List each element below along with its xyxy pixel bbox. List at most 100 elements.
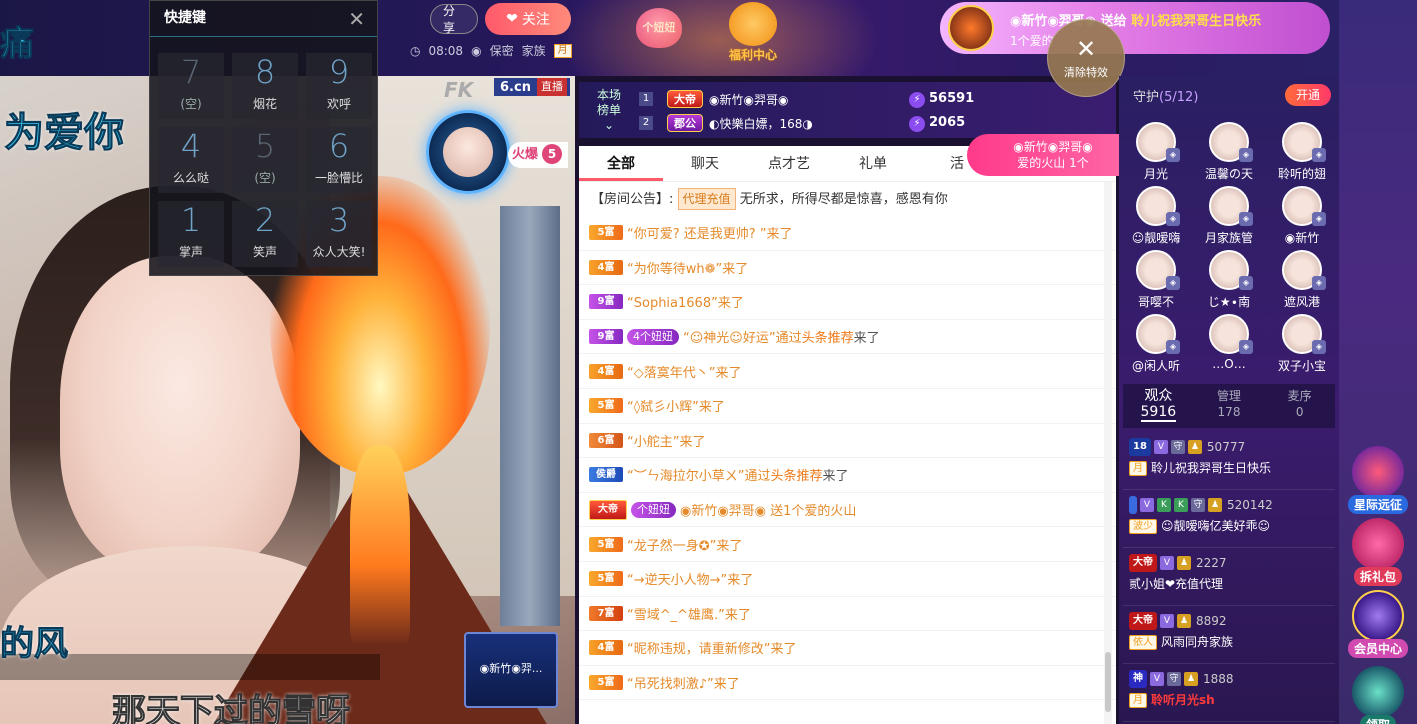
tab-mic-queue[interactable]: 麦序 0	[1264, 384, 1335, 428]
tab-admin[interactable]: 管理 178	[1194, 384, 1265, 428]
avatar: ◈	[1282, 250, 1326, 290]
shortcut-key-7[interactable]: 7 (空)	[158, 53, 224, 119]
chat-message: 5富 “吊死找刺激♪”来了	[579, 666, 1116, 701]
notice-tag[interactable]: 代理充值	[677, 188, 736, 210]
top-fan-badge[interactable]: ◉新竹◉羿...	[464, 632, 558, 708]
shortcut-key-6[interactable]: 6 一脸懵比	[306, 127, 372, 193]
star-expedition-button[interactable]: 星际远征	[1339, 446, 1417, 514]
avatar: ◈	[1136, 122, 1180, 162]
open-gift-button[interactable]: 拆礼包	[1339, 518, 1417, 586]
guard-item[interactable]: ◈ 月光	[1123, 122, 1189, 186]
audience-item[interactable]: 大帝 V ♟ 8892 依人 风雨同舟家族	[1123, 606, 1335, 664]
close-icon[interactable]: ✕	[348, 7, 365, 31]
chat-scrollbar[interactable]	[1104, 182, 1112, 724]
message-link[interactable]: 头条推荐	[770, 465, 822, 484]
open-guard-button[interactable]: 开通	[1285, 84, 1331, 106]
rank-row[interactable]: 2 郡公 ◐快樂白嫖，168◑ ⚡ 2065	[639, 112, 1109, 134]
shortcut-key-4[interactable]: 4 么么哒	[158, 127, 224, 193]
message-text[interactable]: “你可爱? 还是我更帅? ”来了	[627, 223, 793, 242]
shortcut-key-3[interactable]: 3 众人大笑!	[306, 201, 372, 267]
scroll-thumb[interactable]	[1105, 652, 1111, 712]
chat-message: 4富 “昵称违规，请重新修改”来了	[579, 631, 1116, 666]
vip-icon: V	[1160, 556, 1174, 570]
shortcut-key-2[interactable]: 2 笑声	[232, 201, 298, 267]
avatar: ◈	[1209, 122, 1253, 162]
tab-chat[interactable]: 聊天	[663, 146, 747, 181]
guard-item[interactable]: ◈ …O…	[1196, 314, 1262, 378]
message-text[interactable]: “︶ㄣ海拉尔小草ㄨ”通过	[627, 465, 770, 484]
chat-list[interactable]: 【房间公告】: 代理充值 无所求，所得尽都是惊喜，感恩有你 5富 “你可爱? 还是…	[579, 182, 1116, 724]
right-panel: 守护(5/12) 开通 ◈ 月光 ◈ 温馨の天 ◈ 聆听的翅 ◈ ☺靓嗳嗨 ◈ 月家族管 ◈ ◉新竹 ◈…	[1119, 76, 1339, 724]
guard-item[interactable]: ◈ 哥嘤不	[1123, 250, 1189, 314]
shield-icon: ◈	[1239, 212, 1253, 226]
message-text[interactable]: “雪域^_^雄鹰.”来了	[627, 604, 751, 623]
shortcut-key-9[interactable]: 9 欢呼	[306, 53, 372, 119]
level-badge: 5富	[589, 398, 623, 414]
claim-button[interactable]: 领取	[1339, 666, 1417, 724]
audience-item[interactable]: 18 V 守 ♟ 50777 月聆儿祝我羿哥生日快乐	[1123, 432, 1335, 490]
message-text[interactable]: ◉新竹◉羿哥◉ 送1个爱的火山	[680, 500, 856, 519]
avatar: ◈	[1209, 186, 1253, 226]
shortcut-label: 掌声	[178, 245, 203, 259]
tab-audience[interactable]: 观众 5916	[1123, 384, 1194, 428]
member-center-button[interactable]: 会员中心	[1339, 590, 1417, 658]
rank-label[interactable]: 本场 榜单 ⌄	[589, 88, 629, 133]
welfare-center-button[interactable]: 福利中心	[722, 2, 784, 66]
tab-gift-list[interactable]: 礼单	[831, 146, 915, 181]
guard-count: 5	[1164, 90, 1173, 105]
message-text[interactable]: “小舵主”来了	[627, 431, 705, 450]
audience-list[interactable]: 18 V 守 ♟ 50777 月聆儿祝我羿哥生日快乐 V K K 守 ♟ 520142 波少 ☺靓嗳嗨亿美…	[1123, 432, 1335, 724]
user-number: 50777	[1206, 440, 1246, 454]
message-text[interactable]: “吊死找刺激♪”来了	[627, 673, 740, 692]
shortcut-key-8[interactable]: 8 烟花	[232, 53, 298, 119]
chevron-down-icon: ⌄	[603, 118, 615, 132]
tab-label: 管理	[1217, 389, 1242, 403]
message-link[interactable]: 头条推荐	[802, 327, 854, 346]
audience-item[interactable]: 神 V 守 ♟ 1888 月聆听月光sh	[1123, 664, 1335, 722]
rank-value: 56591	[929, 90, 975, 106]
message-text[interactable]: “◇落寞年代丶”来了	[627, 362, 741, 381]
message-text[interactable]: “为你等待wh❁”来了	[627, 258, 748, 277]
family-text[interactable]: 家族	[522, 42, 546, 59]
guard-item[interactable]: ◈ ☺靓嗳嗨	[1123, 186, 1189, 250]
guard-item[interactable]: ◈ 遮风港	[1269, 250, 1335, 314]
chat-message: 7富 “雪域^_^雄鹰.”来了	[579, 597, 1116, 632]
fire-rank-badge[interactable]: 火爆 5	[508, 142, 568, 168]
guard-item[interactable]: ◈ 月家族管	[1196, 186, 1262, 250]
gift-banner: ◉新竹◉羿哥◉ 送给 聆儿祝我羿哥生日快乐 1个爱的	[940, 2, 1330, 54]
level-badge: 5富	[589, 675, 623, 691]
guard-name: ◉新竹	[1284, 231, 1320, 245]
clear-effects-button[interactable]: ✕ 清除特效	[1047, 19, 1125, 97]
anchor-avatar[interactable]	[426, 110, 510, 194]
tab-all[interactable]: 全部	[579, 146, 663, 181]
shortcut-key-1[interactable]: 1 掌声	[158, 201, 224, 267]
vip-icon: V	[1150, 672, 1164, 686]
level-badge: 4富	[589, 363, 623, 379]
audience-item[interactable]: 大帝 V ♟ 2227 贰小姐❤充值代理	[1123, 548, 1335, 606]
message-text[interactable]: “→逆天小人物→”来了	[627, 569, 753, 588]
shield-icon: ◈	[1166, 148, 1180, 162]
gift-heart-button[interactable]: 个妞妞	[622, 8, 696, 48]
audience-item[interactable]: V K K 守 ♟ 520142 波少 ☺靓嗳嗨亿美好乖☺	[1123, 490, 1335, 548]
level-badge: 9富	[589, 294, 623, 310]
month-badge: 月	[553, 43, 572, 58]
guard-item[interactable]: ◈ 聆听的翅	[1269, 122, 1335, 186]
shortcut-number: 9	[328, 53, 350, 91]
message-text[interactable]: “龙子然一身✪”来了	[627, 535, 742, 554]
guard-item[interactable]: ◈ 双子小宝	[1269, 314, 1335, 378]
guard-item[interactable]: ◈ 温馨の天	[1196, 122, 1262, 186]
shortcut-key-5[interactable]: 5 (空)	[232, 127, 298, 193]
rank-row[interactable]: 1 大帝 ◉新竹◉羿哥◉ ⚡ 56591	[639, 88, 1109, 110]
message-text[interactable]: “◊弑彡小辉”来了	[627, 396, 725, 415]
guard-item[interactable]: ◈ じ★∙南	[1196, 250, 1262, 314]
message-text[interactable]: “Sophia1668”来了	[627, 292, 744, 311]
share-button[interactable]: 分享	[430, 4, 478, 35]
message-text[interactable]: “☺神光☺好运”通过	[683, 327, 802, 346]
tab-talent[interactable]: 点才艺	[747, 146, 831, 181]
follow-button[interactable]: ❤ 关注	[485, 3, 571, 35]
guard-item[interactable]: ◈ ◉新竹	[1269, 186, 1335, 250]
guard-item[interactable]: ◈ @闲人听	[1123, 314, 1189, 378]
claim-icon	[1352, 666, 1404, 718]
guard-name: ☺靓嗳嗨	[1131, 231, 1181, 245]
message-text[interactable]: “昵称违规，请重新修改”来了	[627, 638, 796, 657]
